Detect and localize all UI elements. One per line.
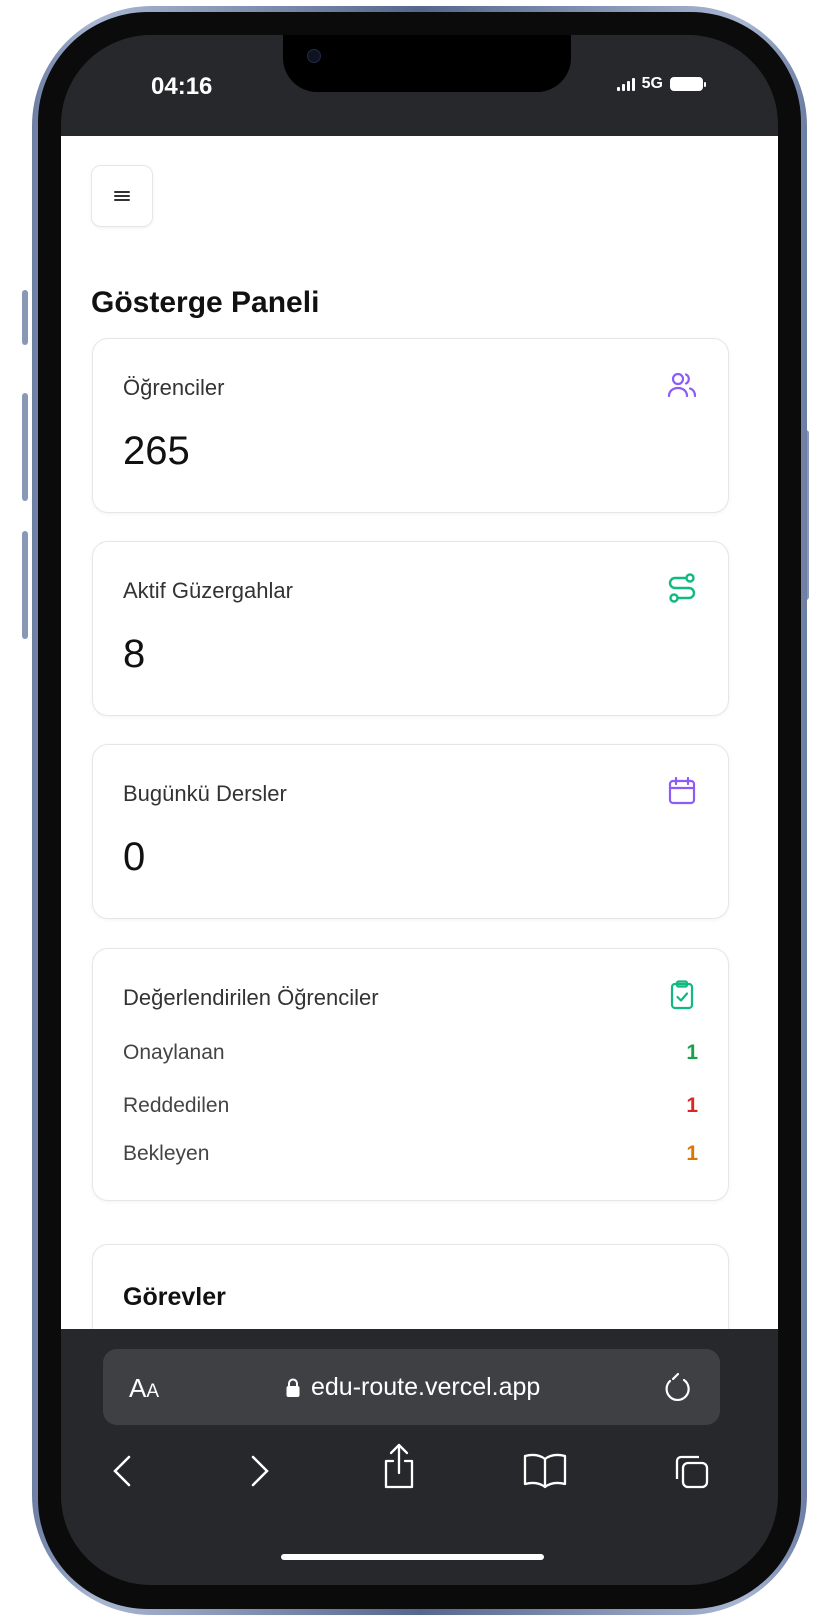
volume-up-button: [22, 393, 28, 501]
card-title: Görevler: [123, 1283, 226, 1311]
mute-switch: [22, 290, 28, 345]
rejected-label: Reddedilen: [123, 1094, 230, 1117]
rejected-count: 1: [686, 1094, 698, 1117]
bookmarks-icon[interactable]: [521, 1449, 569, 1493]
approved-count: 1: [686, 1041, 698, 1064]
status-indicators: 5G: [616, 75, 706, 93]
status-time: 04:16: [151, 73, 213, 100]
share-icon[interactable]: [379, 1441, 419, 1491]
battery-icon: [670, 77, 706, 91]
students-card[interactable]: Öğrenciler 265: [92, 338, 729, 513]
menu-button[interactable]: [91, 165, 153, 227]
browser-nav: [61, 1443, 778, 1509]
text-size-button[interactable]: AA: [129, 1373, 159, 1404]
pending-label: Bekleyen: [123, 1142, 210, 1165]
lock-icon: [286, 1378, 300, 1397]
forward-icon[interactable]: [245, 1449, 273, 1493]
todays-lessons-card[interactable]: Bugünkü Dersler 0: [92, 744, 729, 919]
active-routes-card[interactable]: Aktif Güzergahlar 8: [92, 541, 729, 716]
url-text: edu-route.vercel.app: [311, 1373, 541, 1401]
page-title: Gösterge Paneli: [91, 286, 320, 319]
status-bar: 04:16 5G: [61, 35, 778, 136]
hamburger-icon: [114, 191, 130, 201]
pending-count: 1: [686, 1142, 698, 1165]
card-title: Bugünkü Dersler: [123, 781, 287, 806]
evaluated-students-card[interactable]: Değerlendirilen Öğrenciler Onaylanan 1 R…: [92, 948, 729, 1201]
tabs-icon[interactable]: [669, 1449, 713, 1493]
approved-label: Onaylanan: [123, 1041, 225, 1064]
volume-down-button: [22, 531, 28, 639]
network-label: 5G: [641, 75, 663, 92]
back-icon[interactable]: [109, 1449, 137, 1493]
phone-screen: 04:16 5G Gösterge Paneli Öğrenciler 265: [61, 35, 778, 1585]
signal-icon: [616, 77, 635, 91]
card-title: Aktif Güzergahlar: [123, 578, 293, 603]
browser-toolbar: AA edu-route.vercel.app: [61, 1329, 778, 1585]
page-content: Gösterge Paneli Öğrenciler 265 Aktif Güz…: [61, 136, 778, 1329]
tasks-card: Görevler: [92, 1244, 729, 1329]
notch: [283, 35, 571, 92]
card-value: 265: [123, 429, 190, 473]
card-title: Öğrenciler: [123, 375, 225, 400]
card-value: 8: [123, 632, 146, 676]
clipboard-check-icon: [670, 980, 694, 1010]
home-indicator[interactable]: [281, 1554, 544, 1560]
card-title: Değerlendirilen Öğrenciler: [123, 985, 379, 1010]
reload-icon[interactable]: [660, 1369, 694, 1405]
card-value: 0: [123, 835, 146, 879]
camera: [307, 49, 321, 63]
address-bar[interactable]: AA edu-route.vercel.app: [103, 1349, 720, 1425]
calendar-icon: [668, 776, 696, 805]
url-display[interactable]: edu-route.vercel.app: [285, 1373, 540, 1402]
users-icon: [667, 372, 697, 398]
route-icon: [668, 573, 696, 603]
